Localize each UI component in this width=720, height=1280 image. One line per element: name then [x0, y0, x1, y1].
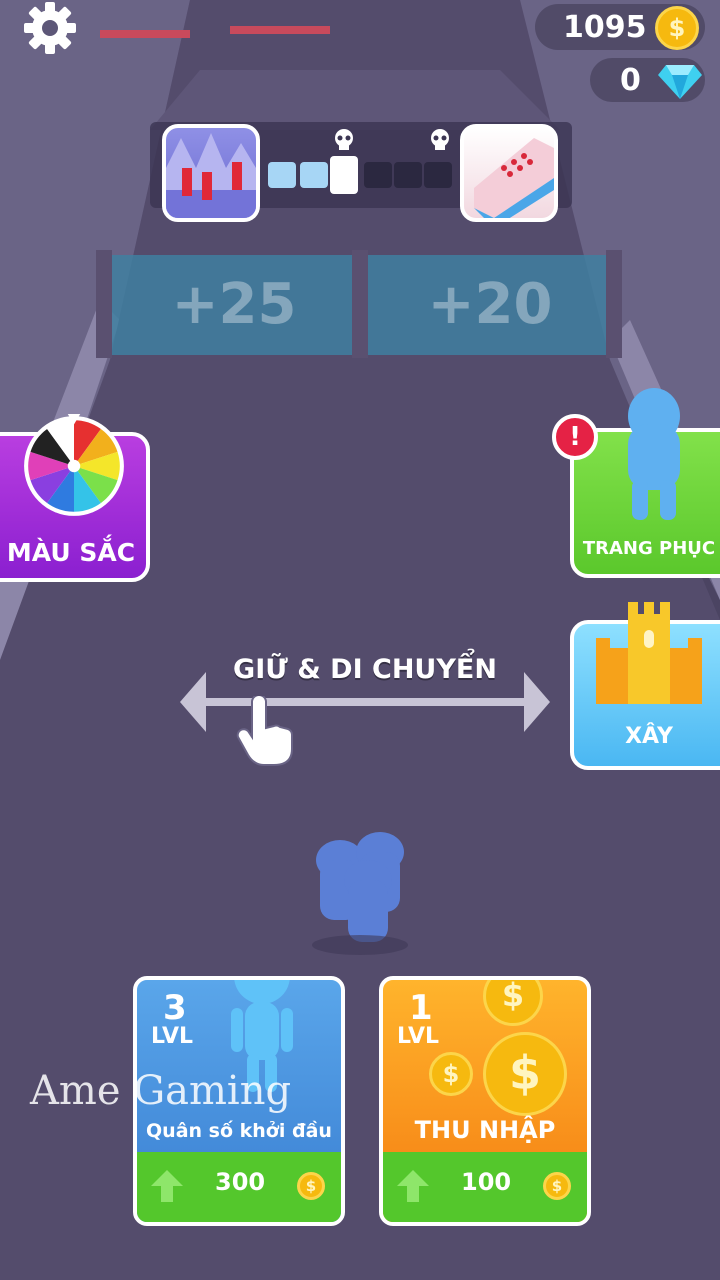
- skull-icon: [431, 129, 449, 150]
- stage-progress-bar: [266, 150, 456, 194]
- next-stage-thumbnail: [460, 124, 558, 222]
- colors-button[interactable]: MÀU SẮC: [0, 414, 150, 582]
- coin-counter: 1095 $: [535, 4, 705, 50]
- progress-segment-filled: [300, 162, 328, 188]
- arrow-up-icon: [397, 1170, 429, 1202]
- upgrade-buy-button[interactable]: 100 $: [383, 1152, 587, 1222]
- upgrade-level-label: LVL: [397, 1024, 440, 1049]
- settings-gear-icon[interactable]: [22, 0, 78, 56]
- upgrade-card-income[interactable]: $ $ $ 1 LVL THU NHẬP 100 $: [379, 976, 591, 1226]
- colors-label: MÀU SẮC: [6, 538, 136, 567]
- gem-counter: 0: [590, 58, 705, 102]
- castle-icon: [596, 602, 702, 704]
- progress-segment-empty: [394, 162, 422, 188]
- upgrade-level-number: 3: [163, 988, 187, 1028]
- arrow-up-icon: [151, 1170, 183, 1202]
- upgrade-buy-button[interactable]: 300 $: [137, 1152, 341, 1222]
- coin-icon: $: [297, 1172, 325, 1200]
- upgrade-level-number: 1: [409, 988, 433, 1028]
- watermark-text: Ame Gaming: [30, 1068, 292, 1114]
- upgrade-title: THU NHẬP: [414, 1116, 556, 1144]
- skull-icon: [335, 129, 353, 150]
- current-stage-thumbnail: [162, 124, 260, 222]
- coin-stack-icon: $: [483, 1032, 567, 1116]
- progress-segment-filled: [268, 162, 296, 188]
- progress-segment-empty: [424, 162, 452, 188]
- upgrade-level-label: LVL: [151, 1024, 194, 1049]
- diamond-icon: [658, 65, 702, 99]
- coin-stack-icon: $: [483, 980, 543, 1026]
- hand-pointer-icon: [236, 696, 293, 766]
- color-wheel-icon: [24, 414, 124, 516]
- gem-count: 0: [620, 63, 641, 98]
- progress-boss-marker: [330, 156, 358, 194]
- character-outfit-icon: [628, 388, 680, 520]
- upgrade-title: Quân số khởi đầu: [146, 1120, 332, 1142]
- outfit-label: TRANG PHỤC: [582, 538, 716, 559]
- notification-alert-icon: !: [552, 414, 598, 460]
- coin-icon: $: [655, 6, 699, 50]
- gate-plus-20: +20: [427, 272, 553, 337]
- upgrade-price: 300: [215, 1168, 266, 1196]
- progress-segment-empty: [364, 162, 392, 188]
- coin-icon: $: [543, 1172, 571, 1200]
- coin-count: 1095: [563, 10, 647, 45]
- coin-stack-icon: $: [429, 1052, 473, 1096]
- build-label: XÂY: [625, 724, 673, 749]
- build-button[interactable]: XÂY: [570, 602, 720, 770]
- upgrade-price: 100: [461, 1168, 512, 1196]
- gate-plus-25: +25: [171, 272, 297, 337]
